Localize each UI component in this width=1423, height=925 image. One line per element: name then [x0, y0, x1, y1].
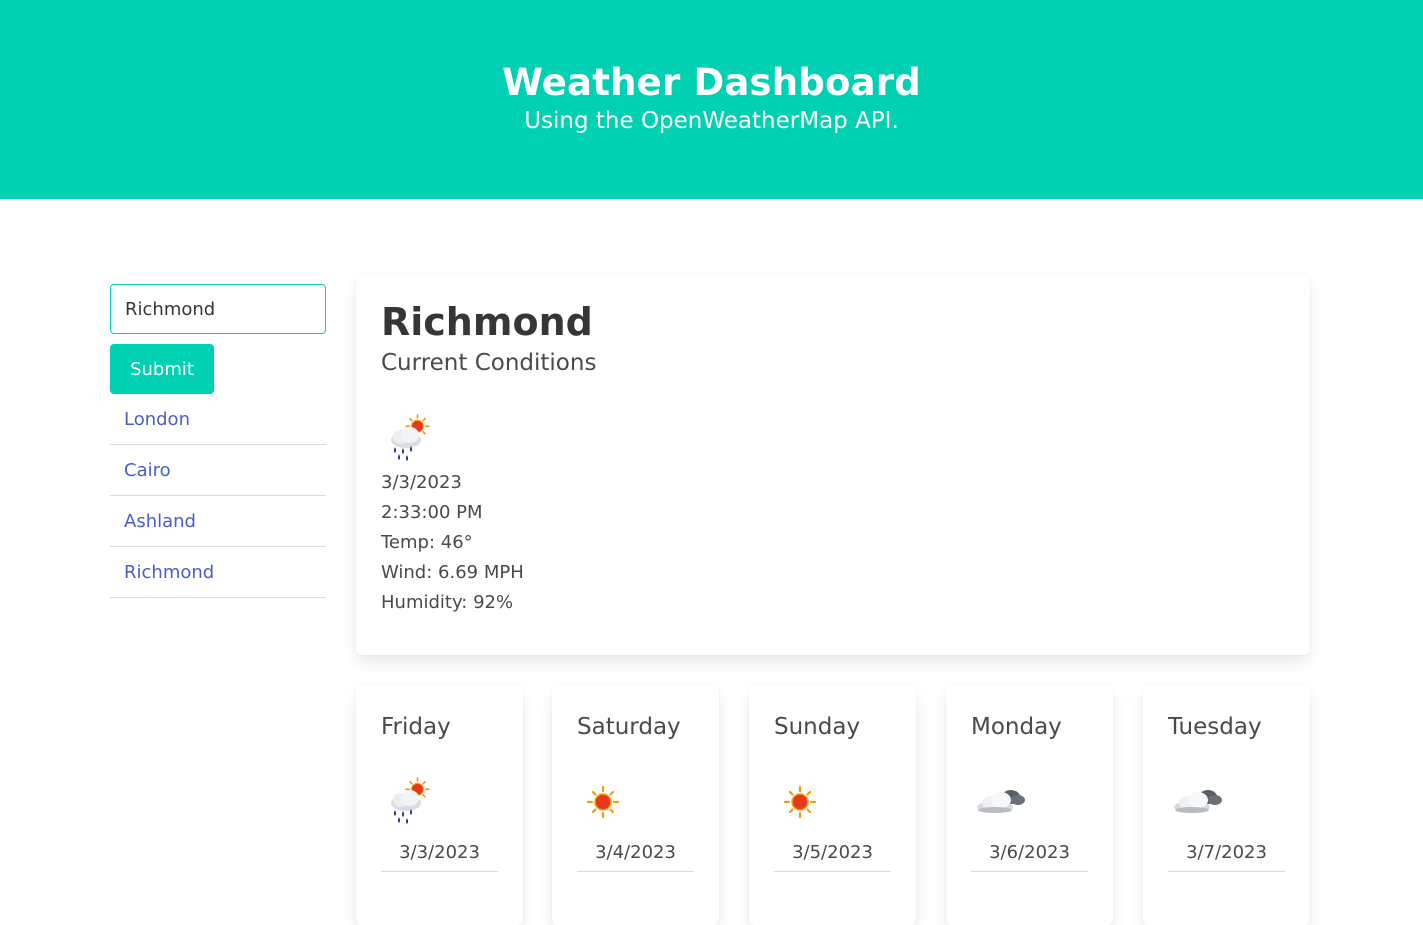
five-day-forecast: Friday 3/3/2023 Saturday 3/4/2023 Sunday…: [356, 685, 1310, 925]
sun-icon: [577, 777, 637, 827]
page-title: Weather Dashboard: [502, 61, 921, 104]
forecast-day: Tuesday: [1168, 714, 1262, 740]
rain-sun-icon: [381, 777, 441, 827]
submit-button[interactable]: Submit: [110, 344, 214, 394]
hero-header: Weather Dashboard Using the OpenWeatherM…: [0, 0, 1423, 199]
forecast-card: Sunday 3/5/2023: [749, 685, 916, 925]
current-temp: Temp: 46°: [381, 532, 473, 553]
current-date: 3/3/2023: [381, 472, 462, 493]
history-item-ashland[interactable]: Ashland: [110, 496, 326, 547]
forecast-card: Tuesday 3/7/2023: [1143, 685, 1310, 925]
page-subtitle: Using the OpenWeatherMap API.: [524, 108, 899, 134]
cloud-icon: [1168, 777, 1228, 827]
current-wind: Wind: 6.69 MPH: [381, 562, 524, 583]
current-conditions-label: Current Conditions: [381, 350, 597, 376]
history-item-cairo[interactable]: Cairo: [110, 445, 326, 496]
forecast-day: Saturday: [577, 714, 681, 740]
current-city-name: Richmond: [381, 300, 593, 344]
current-time: 2:33:00 PM: [381, 502, 483, 523]
forecast-day: Monday: [971, 714, 1062, 740]
forecast-date: 3/5/2023: [774, 839, 891, 872]
forecast-date: 3/7/2023: [1168, 839, 1285, 872]
forecast-card: Saturday 3/4/2023: [552, 685, 719, 925]
sidebar: Submit London Cairo Ashland Richmond: [110, 284, 326, 598]
forecast-day: Friday: [381, 714, 451, 740]
cloud-icon: [971, 777, 1031, 827]
history-item-london[interactable]: London: [110, 394, 326, 445]
sun-icon: [774, 777, 834, 827]
current-details: 3/3/2023 2:33:00 PM Temp: 46° Wind: 6.69…: [381, 468, 1285, 618]
forecast-card: Friday 3/3/2023: [356, 685, 523, 925]
forecast-card: Monday 3/6/2023: [946, 685, 1113, 925]
current-weather-card: Richmond Current Conditions 3/3/2023 2:3…: [356, 274, 1310, 655]
forecast-date: 3/3/2023: [381, 839, 498, 872]
search-history-list: London Cairo Ashland Richmond: [110, 394, 326, 598]
history-item-richmond[interactable]: Richmond: [110, 547, 326, 598]
rain-sun-icon: [381, 414, 441, 466]
current-humidity: Humidity: 92%: [381, 592, 514, 613]
forecast-day: Sunday: [774, 714, 861, 740]
forecast-date: 3/6/2023: [971, 839, 1088, 872]
forecast-date: 3/4/2023: [577, 839, 694, 872]
city-search-input[interactable]: [110, 284, 326, 334]
